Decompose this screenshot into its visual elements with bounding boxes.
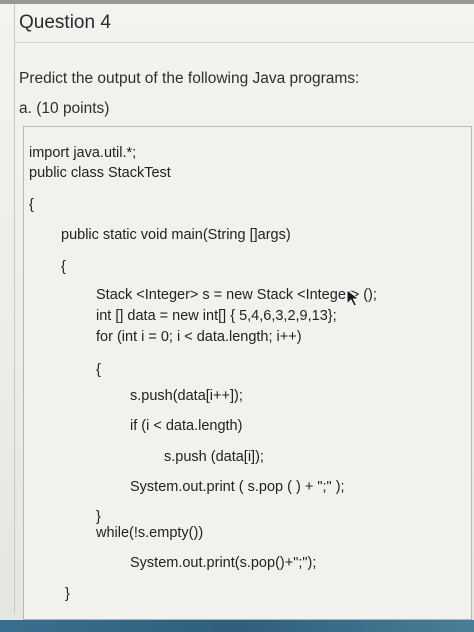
code-block: import java.util.*; public class StackTe… xyxy=(23,126,472,620)
code-line-main-open-brace: { xyxy=(61,259,66,275)
code-line-push-first: s.push(data[i++]); xyxy=(130,388,243,404)
code-line-if: if (i < data.length) xyxy=(130,418,243,434)
taskbar-strip xyxy=(0,620,474,632)
code-line-for-close-brace: } xyxy=(96,509,101,525)
code-line-stack-decl: Stack <Integer> s = new Stack <Integer> … xyxy=(96,287,377,303)
question-part-label: a. (10 points) xyxy=(19,100,110,117)
left-border xyxy=(14,4,15,614)
code-line-class: public class StackTest xyxy=(29,165,171,181)
mouse-pointer-icon xyxy=(346,289,361,307)
code-line-print-pop: System.out.print ( s.pop ( ) + ";" ); xyxy=(130,479,345,495)
question-prompt: Predict the output of the following Java… xyxy=(19,70,360,87)
code-line-data-decl: int [] data = new int[] { 5,4,6,3,2,9,13… xyxy=(96,308,337,324)
code-line-import: import java.util.*; xyxy=(29,145,137,161)
code-line-class-open-brace: { xyxy=(29,197,34,213)
code-line-for: for (int i = 0; i < data.length; i++) xyxy=(96,329,302,345)
code-line-for-open-brace: { xyxy=(96,362,101,378)
title-divider xyxy=(14,42,474,43)
code-line-print-remaining: System.out.print(s.pop()+";"); xyxy=(130,555,317,571)
code-line-push-second: s.push (data[i]); xyxy=(164,449,264,465)
question-title: Question 4 xyxy=(19,12,111,33)
code-line-while: while(!s.empty()) xyxy=(96,525,204,541)
code-line-main: public static void main(String []args) xyxy=(61,227,291,243)
code-line-main-close-brace: } xyxy=(65,586,70,602)
